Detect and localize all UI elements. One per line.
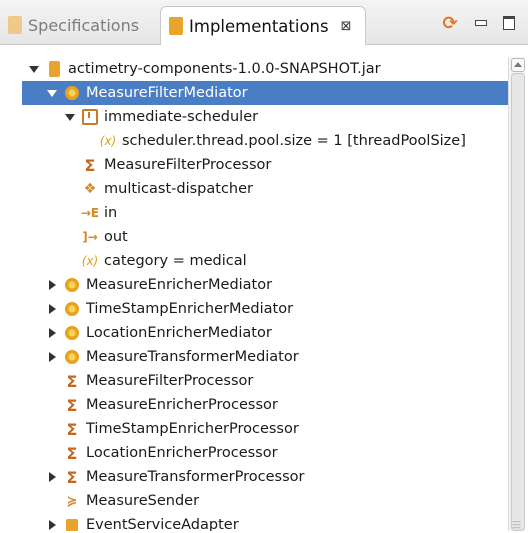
- expand-arrow-icon[interactable]: [46, 303, 58, 315]
- tab-specifications-label: Specifications: [28, 15, 140, 35]
- tree-item-label: MeasureFilterProcessor: [104, 157, 272, 173]
- scroll-up-button[interactable]: [511, 58, 525, 72]
- tab-implementations-label: Implementations: [189, 16, 329, 36]
- tree-item-label: MeasureEnricherMediator: [86, 277, 273, 293]
- sigma-icon: Σ: [66, 443, 78, 463]
- tree-item[interactable]: actimetry-components-1.0.0-SNAPSHOT.jar: [0, 57, 528, 81]
- expand-arrow-icon[interactable]: [46, 351, 58, 363]
- tree-item-label: TimeStampEnricherProcessor: [86, 421, 299, 437]
- sigma-icon: Σ: [66, 395, 78, 415]
- scroll-grip-icon: — — —: [512, 517, 521, 533]
- sigma-icon: Σ: [66, 419, 78, 439]
- component-icon: [64, 277, 80, 293]
- tree-item-label: LocationEnricherMediator: [86, 325, 272, 341]
- tree-item-label: MeasureFilterProcessor: [86, 373, 254, 389]
- tab-bar: Specifications Implementations ⊠ ⟳: [0, 0, 528, 45]
- minimize-icon[interactable]: [472, 14, 490, 32]
- tree-item[interactable]: EventServiceAdapter: [0, 513, 528, 531]
- collapse-arrow-icon[interactable]: [46, 87, 58, 99]
- sigma-icon: Σ: [66, 467, 78, 487]
- tree-item-label: MeasureFilterMediator: [86, 85, 248, 101]
- tree-item[interactable]: Σ MeasureTransformerProcessor: [0, 465, 528, 489]
- tree-item[interactable]: (x) category = medical: [0, 249, 528, 273]
- tree-item-label: TimeStampEnricherMediator: [86, 301, 294, 317]
- tree-item-label: category = medical: [104, 253, 247, 269]
- tree-item[interactable]: MeasureEnricherMediator: [0, 273, 528, 297]
- output-port-icon: ]→: [82, 230, 98, 244]
- tree-item[interactable]: TimeStampEnricherMediator: [0, 297, 528, 321]
- scroll-thumb[interactable]: [511, 73, 525, 531]
- implementations-tree[interactable]: actimetry-components-1.0.0-SNAPSHOT.jar M…: [0, 57, 528, 531]
- expand-arrow-icon[interactable]: [46, 279, 58, 291]
- scheduler-icon: [82, 109, 98, 125]
- tree-item[interactable]: ≽ MeasureSender: [0, 489, 528, 513]
- tree-item-label: MeasureTransformerProcessor: [86, 469, 305, 485]
- jar-icon: [46, 61, 62, 77]
- tree-item-label: in: [104, 205, 118, 221]
- tree-item[interactable]: Σ MeasureFilterProcessor: [0, 369, 528, 393]
- tree-item-label: scheduler.thread.pool.size = 1 [threadPo…: [122, 133, 466, 149]
- tab-implementations[interactable]: Implementations ⊠: [160, 6, 366, 45]
- tree-item-label: EventServiceAdapter: [86, 517, 239, 531]
- variable-icon: (x): [99, 134, 117, 148]
- component-icon: [64, 85, 80, 101]
- tab-specifications[interactable]: Specifications: [8, 8, 139, 42]
- sigma-icon: Σ: [84, 155, 96, 175]
- component-icon: [64, 349, 80, 365]
- tree-item[interactable]: Σ TimeStampEnricherProcessor: [0, 417, 528, 441]
- expand-arrow-icon[interactable]: [46, 327, 58, 339]
- tree-item-label: LocationEnricherProcessor: [86, 445, 278, 461]
- tree-item[interactable]: →E in: [0, 201, 528, 225]
- tree-item-label: MeasureTransformerMediator: [86, 349, 299, 365]
- tree-item[interactable]: Σ MeasureEnricherProcessor: [0, 393, 528, 417]
- maximize-icon[interactable]: [500, 14, 518, 32]
- implementations-icon: [169, 17, 183, 35]
- expand-arrow-icon[interactable]: [46, 471, 58, 483]
- expand-arrow-icon[interactable]: [46, 519, 58, 531]
- tree-item[interactable]: MeasureFilterMediator: [22, 81, 524, 105]
- tree-item[interactable]: LocationEnricherMediator: [0, 321, 528, 345]
- tree-item[interactable]: Σ MeasureFilterProcessor: [0, 153, 528, 177]
- dispatcher-icon: ❖: [83, 181, 97, 197]
- sender-icon: ≽: [66, 493, 78, 509]
- sigma-icon: Σ: [66, 371, 78, 391]
- tree-item[interactable]: Σ LocationEnricherProcessor: [0, 441, 528, 465]
- collapse-arrow-icon[interactable]: [28, 63, 40, 75]
- tree-item-label: out: [104, 229, 128, 245]
- tree-item[interactable]: MeasureTransformerMediator: [0, 345, 528, 369]
- component-icon: [64, 301, 80, 317]
- collapse-arrow-icon[interactable]: [64, 111, 76, 123]
- tree-item-label: immediate-scheduler: [104, 109, 259, 125]
- tree-item-label: multicast-dispatcher: [104, 181, 253, 197]
- component-icon: [64, 325, 80, 341]
- tree-item[interactable]: immediate-scheduler: [0, 105, 528, 129]
- input-port-icon: →E: [80, 206, 100, 220]
- tree-item[interactable]: ]→ out: [0, 225, 528, 249]
- specifications-icon: [8, 16, 22, 34]
- tree-item-label: actimetry-components-1.0.0-SNAPSHOT.jar: [68, 61, 381, 77]
- tree-item[interactable]: (x) scheduler.thread.pool.size = 1 [threa…: [0, 129, 528, 153]
- tree-item-label: MeasureSender: [86, 493, 200, 509]
- tree-item[interactable]: ❖ multicast-dispatcher: [0, 177, 528, 201]
- close-tab-icon[interactable]: ⊠: [341, 19, 352, 34]
- refresh-icon[interactable]: ⟳: [441, 13, 459, 34]
- tree-item-label: MeasureEnricherProcessor: [86, 397, 278, 413]
- variable-icon: (x): [81, 254, 99, 268]
- vertical-scrollbar[interactable]: — — —: [508, 57, 525, 533]
- adapter-icon: [64, 517, 80, 531]
